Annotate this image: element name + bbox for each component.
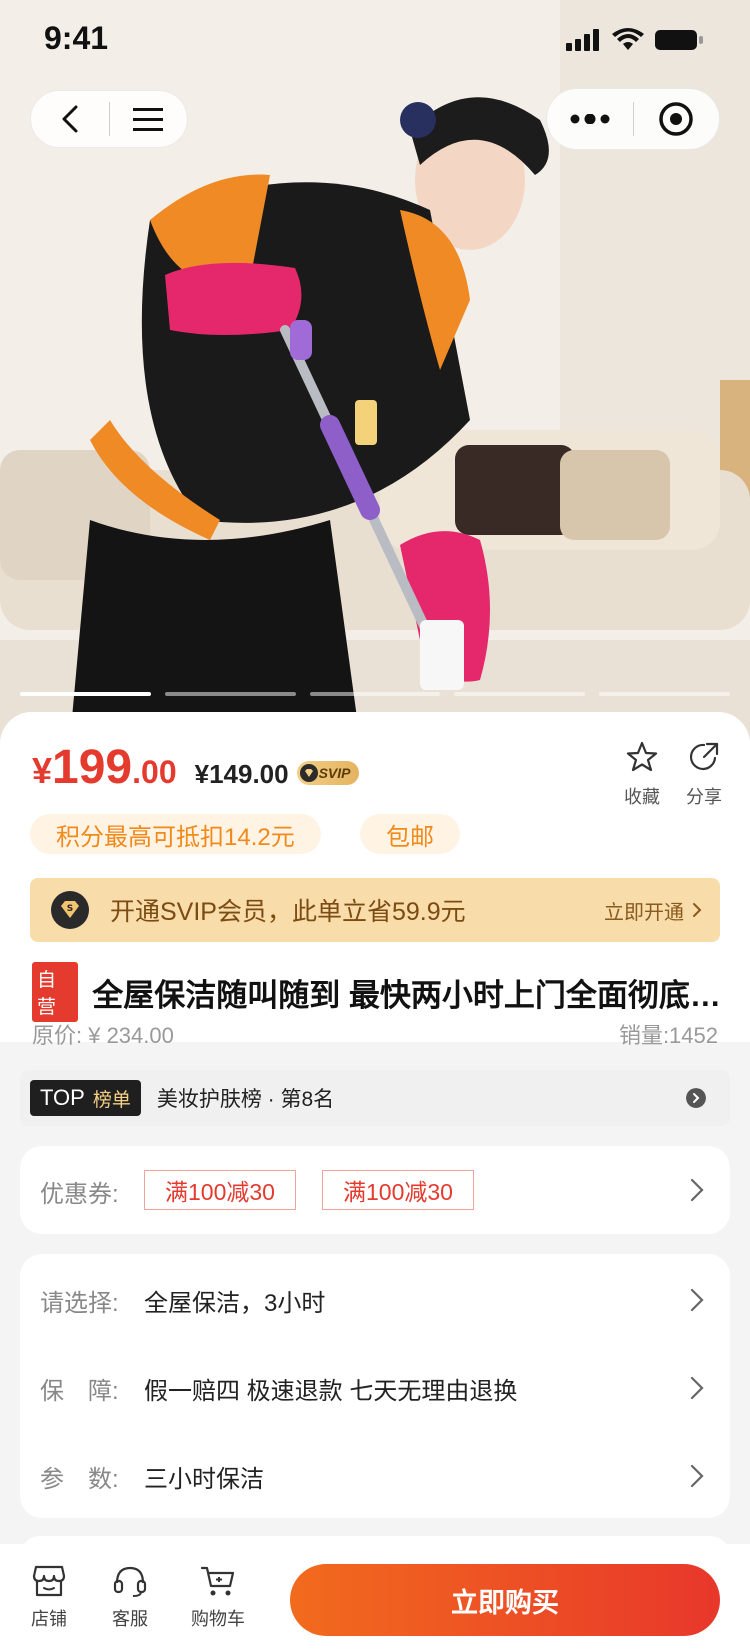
option-key: 请选择: [40,1289,119,1317]
chevron-right-icon [690,1376,704,1400]
option-value: 三小时保洁 [144,1465,264,1493]
coupon-tag[interactable]: 满100减30 [322,1170,474,1210]
close-miniapp-button[interactable] [634,90,720,148]
cart-icon [200,1566,235,1596]
service-label: 客服 [112,1609,148,1629]
favorite-label: 收藏 [624,787,660,807]
svip-diamond-icon: S [51,891,89,929]
store-label: 店铺 [31,1609,67,1629]
service-tab[interactable]: 客服 [95,1564,165,1631]
svip-badge: SVIP [296,761,359,785]
sales-count: 销量:1452 [618,1023,718,1048]
status-time: 9:41 [44,20,109,56]
option-value: 全屋保洁，3小时 [144,1289,326,1317]
price-row: ¥199.00 ¥149.00 SVIP [32,740,359,795]
option-value: 假一赔四 极速退款 七天无理由退换 [144,1377,518,1405]
original-price: 原价: ¥ 234.00 [32,1023,174,1048]
svg-text:S: S [67,904,73,914]
star-icon [626,741,658,772]
options-card: 请选择: 全屋保洁，3小时 保 障: 假一赔四 极速退款 七天无理由退换 参 数… [20,1254,730,1518]
coupon-label: 优惠券: [40,1181,119,1208]
top-label: TOP [40,1085,85,1110]
circle-arrow-icon [686,1088,706,1108]
svip-open-label: 立即开通 [604,901,684,924]
cart-tab[interactable]: 购物车 [183,1564,253,1631]
wifi-icon [612,28,644,50]
vip-price: ¥149.00 [194,759,289,789]
chevron-right-icon [690,1464,704,1488]
option-row-params[interactable]: 参 数: 三小时保洁 [40,1456,710,1496]
store-icon [32,1565,66,1597]
carousel-indicators [20,692,730,696]
chevron-left-icon [62,105,78,133]
coupon-card[interactable]: 优惠券: 满100减30 满100减30 [20,1146,730,1234]
more-dots-icon [570,114,610,124]
price-symbol: ¥ [32,750,53,791]
top-ranking-tag: TOP 榜单 [30,1080,141,1116]
svip-open-link[interactable]: 立即开通 [604,896,702,925]
coupon-tag[interactable]: 满100减30 [144,1170,296,1210]
chevron-right-icon [690,1178,704,1202]
rank-bar[interactable]: TOP 榜单 美妆护肤榜 · 第8名 [20,1070,730,1126]
menu-button[interactable] [110,90,188,148]
free-shipping-pill: 包邮 [360,814,460,854]
headset-icon [113,1566,147,1597]
svip-badge-label: SVIP [318,765,351,781]
option-key: 保 障: [40,1377,119,1405]
buy-now-button[interactable]: 立即购买 [290,1564,720,1636]
back-button[interactable] [31,90,109,148]
price-decimal: .00 [132,754,177,790]
self-operated-badge: 自营 [32,962,79,1022]
cart-label: 购物车 [191,1609,245,1629]
nav-left-capsule [30,90,188,148]
hamburger-icon [133,108,164,131]
diamond-icon [299,764,318,782]
share-button[interactable]: 分享 [674,740,734,809]
share-icon [689,742,719,771]
favorite-button[interactable]: 收藏 [612,740,672,809]
option-row-select[interactable]: 请选择: 全屋保洁，3小时 [40,1280,710,1320]
price-integer: 199 [52,741,133,794]
product-title: 全屋保洁随叫随到 最快两小时上门全面彻底清洁 [92,977,722,1013]
product-title-row: 自营 全屋保洁随叫随到 最快两小时上门全面彻底清洁 [32,962,722,1022]
indicator-dot[interactable] [309,692,441,696]
store-tab[interactable]: 店铺 [14,1564,84,1631]
option-row-guarantee[interactable]: 保 障: 假一赔四 极速退款 七天无理由退换 [40,1368,710,1408]
status-bar: 9:41 [0,0,750,80]
points-pill: 积分最高可抵扣14.2元 [30,814,321,854]
status-icons [566,28,704,52]
svip-promo-text: 开通SVIP会员，此单立省59.9元 [110,898,466,926]
svip-promo-bar[interactable]: S 开通SVIP会员，此单立省59.9元 立即开通 [30,878,720,942]
current-price: ¥199.00 [32,740,177,795]
target-icon [659,102,693,136]
indicator-dot[interactable] [454,692,586,696]
signal-icon [566,29,599,51]
chevron-right-icon [690,1288,704,1312]
list-label: 榜单 [92,1089,131,1111]
share-label: 分享 [686,787,722,807]
nav-right-capsule [546,88,720,150]
battery-icon [655,30,703,50]
option-key: 参 数: [40,1465,119,1493]
more-button[interactable] [547,90,633,148]
indicator-dot[interactable] [20,692,151,696]
rank-text: 美妆护肤榜 · 第8名 [156,1088,335,1111]
indicator-dot[interactable] [599,692,730,696]
original-price-row: 原价: ¥ 234.00 销量:1452 [32,1018,718,1050]
chevron-right-icon [693,903,702,917]
indicator-dot[interactable] [164,692,296,696]
